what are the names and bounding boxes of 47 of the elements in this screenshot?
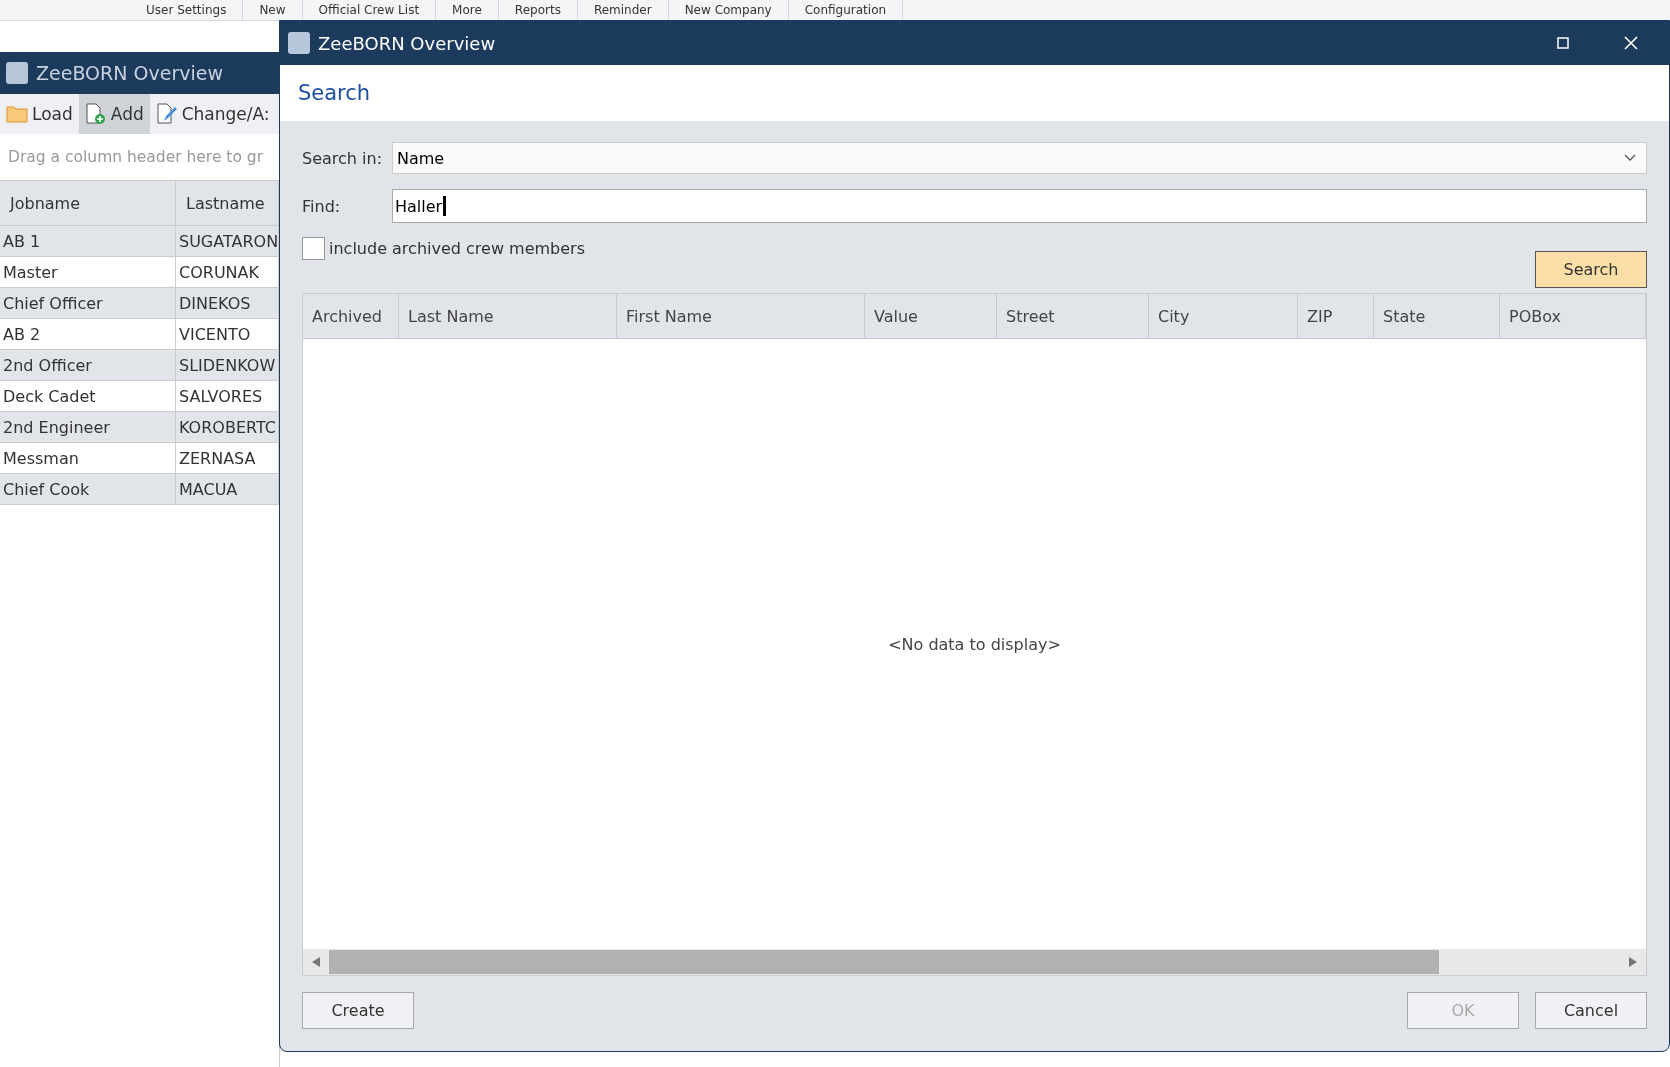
table-cell: Chief Officer [0,288,176,318]
window-title: ZeeBORN Overview [36,62,223,84]
empty-message: <No data to display> [888,634,1061,654]
toolbar-button[interactable]: Load [0,94,79,134]
search-in-dropdown[interactable]: Name [392,142,1647,174]
app-logo-icon [288,32,310,54]
table-cell: AB 2 [0,319,176,349]
column-header[interactable]: Last Name [399,294,617,338]
table-cell: Messman [0,443,176,473]
column-header[interactable]: State [1374,294,1500,338]
checkbox-label: include archived crew members [329,239,585,258]
search-button[interactable]: Search [1535,251,1647,288]
column-header[interactable]: POBox [1500,294,1646,338]
app-logo-icon [6,62,28,84]
field-label: Find: [302,196,342,216]
table-cell: 2nd Officer [0,350,176,380]
dialog-heading: Search [298,81,371,105]
column-header[interactable]: Value [865,294,997,338]
table-cell: 2nd Engineer [0,412,176,442]
dialog-button[interactable]: Cancel [1535,992,1647,1029]
dialog-button[interactable]: Create [302,992,414,1029]
column-header[interactable]: ZIP [1298,294,1374,338]
find-field[interactable]: Haller [392,189,1647,223]
table-cell: Chief Cook [0,474,176,504]
scroll-left-icon[interactable] [312,957,320,967]
add-document-icon [84,103,107,125]
checkbox[interactable] [302,237,325,260]
table-cell: Master [0,257,176,287]
ribbon-button[interactable]: User Settings [130,0,244,20]
scroll-right-icon[interactable] [1629,957,1637,967]
toolbar-button[interactable]: Add [78,94,150,134]
chevron-down-icon [1624,154,1636,162]
column-header[interactable]: First Name [617,294,865,338]
maximize-icon [1557,37,1569,49]
column-header[interactable]: Jobname [0,181,176,225]
folder-icon [6,105,28,123]
table-cell: Deck Cadet [0,381,176,411]
column-header[interactable]: Street [997,294,1149,338]
horizontal-scrollbar[interactable] [303,949,1646,975]
dialog-title: ZeeBORN Overview [318,32,497,54]
table-cell: AB 1 [0,226,176,256]
toolbar-button[interactable]: Change/A: [149,94,276,134]
edit-document-icon [155,103,178,125]
field-label: Search in: [302,148,384,168]
column-header[interactable]: City [1149,294,1298,338]
column-header[interactable]: Archived [303,294,399,338]
close-icon [1624,36,1638,50]
